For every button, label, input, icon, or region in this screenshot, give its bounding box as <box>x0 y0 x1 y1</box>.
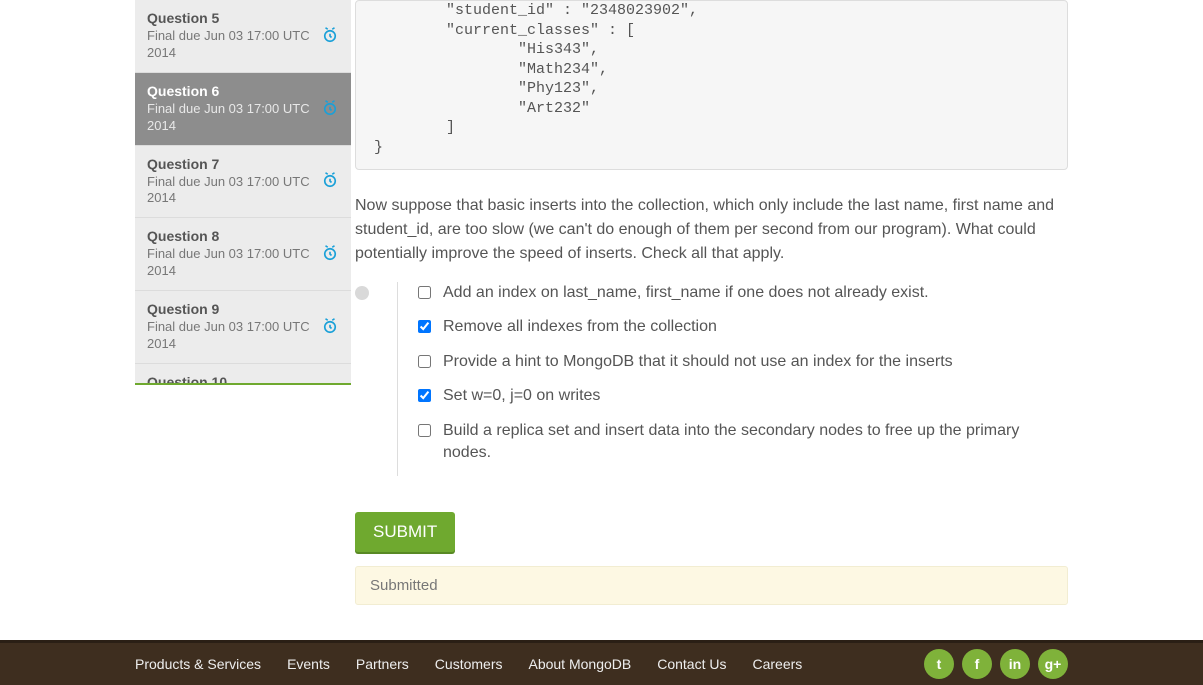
clock-icon <box>321 171 339 192</box>
clock-icon <box>321 98 339 119</box>
answer-list: Add an index on last_name, first_name if… <box>397 282 1068 476</box>
footer-link[interactable]: Customers <box>435 656 503 672</box>
clock-icon <box>321 317 339 338</box>
sidebar-item-title: Question 9 <box>147 301 339 317</box>
answer-row: Build a replica set and insert data into… <box>418 420 1068 465</box>
footer-link[interactable]: Products & Services <box>135 656 261 672</box>
status-dot <box>355 286 369 300</box>
answer-label: Set w=0, j=0 on writes <box>443 385 600 407</box>
footer-link[interactable]: About MongoDB <box>528 656 631 672</box>
footer-link[interactable]: Contact Us <box>657 656 726 672</box>
sidebar-item-question[interactable]: Question 9 Final due Jun 03 17:00 UTC 201… <box>135 291 351 364</box>
sidebar-item-title: Question 10 <box>147 374 339 385</box>
answer-checkbox[interactable] <box>418 424 431 437</box>
sidebar-item-question[interactable]: Question 10Final due Jun 03 17:00 UTC 20… <box>135 364 351 385</box>
sidebar-item-title: Question 7 <box>147 156 339 172</box>
answer-row: Provide a hint to MongoDB that it should… <box>418 351 1068 373</box>
linkedin-icon[interactable]: in <box>1000 649 1030 679</box>
sidebar-item-subtitle: Final due Jun 03 17:00 UTC 2014 <box>147 28 339 62</box>
footer-links: Products & Services Events Partners Custome… <box>135 656 802 672</box>
answer-label: Remove all indexes from the collection <box>443 316 717 338</box>
clock-icon <box>321 244 339 265</box>
social-links: tfin g+ <box>924 649 1068 679</box>
code-block: "student_id" : "2348023902", "current_cl… <box>355 0 1068 170</box>
answer-checkbox[interactable] <box>418 320 431 333</box>
sidebar-item-question[interactable]: Question 5 Final due Jun 03 17:00 UTC 201… <box>135 0 351 73</box>
question-text: Now suppose that basic inserts into the … <box>355 194 1068 266</box>
answer-row: Add an index on last_name, first_name if… <box>418 282 1068 304</box>
submitted-status: Submitted <box>355 566 1068 605</box>
sidebar-item-subtitle: Final due Jun 03 17:00 UTC 2014 <box>147 174 339 208</box>
answer-label: Build a replica set and insert data into… <box>443 420 1068 465</box>
sidebar-item-subtitle: Final due Jun 03 17:00 UTC 2014 <box>147 319 339 353</box>
answer-label: Add an index on last_name, first_name if… <box>443 282 929 304</box>
footer: Products & Services Events Partners Custome… <box>0 640 1203 685</box>
footer-link[interactable]: Events <box>287 656 330 672</box>
clock-icon <box>321 25 339 46</box>
sidebar-item-title: Question 8 <box>147 228 339 244</box>
sidebar-item-question[interactable]: Question 6 Final due Jun 03 17:00 UTC 201… <box>135 73 351 146</box>
main-content: "student_id" : "2348023902", "current_cl… <box>355 0 1068 640</box>
sidebar-item-subtitle: Final due Jun 03 17:00 UTC 2014 <box>147 246 339 280</box>
question-sidebar[interactable]: Question 5 Final due Jun 03 17:00 UTC 201… <box>135 0 351 385</box>
sidebar-item-question[interactable]: Question 7 Final due Jun 03 17:00 UTC 201… <box>135 146 351 219</box>
answer-checkbox[interactable] <box>418 355 431 368</box>
footer-link[interactable]: Partners <box>356 656 409 672</box>
googleplus-icon[interactable]: g+ <box>1038 649 1068 679</box>
answer-row: Set w=0, j=0 on writes <box>418 385 1068 407</box>
answer-checkbox[interactable] <box>418 389 431 402</box>
sidebar-item-question[interactable]: Question 8 Final due Jun 03 17:00 UTC 201… <box>135 218 351 291</box>
answer-checkbox[interactable] <box>418 286 431 299</box>
facebook-icon[interactable]: f <box>962 649 992 679</box>
sidebar-item-title: Question 6 <box>147 83 339 99</box>
sidebar-item-title: Question 5 <box>147 10 339 26</box>
footer-link[interactable]: Careers <box>752 656 802 672</box>
answer-label: Provide a hint to MongoDB that it should… <box>443 351 953 373</box>
twitter-icon[interactable]: t <box>924 649 954 679</box>
submit-button[interactable]: SUBMIT <box>355 512 455 552</box>
sidebar-item-subtitle: Final due Jun 03 17:00 UTC 2014 <box>147 101 339 135</box>
answer-row: Remove all indexes from the collection <box>418 316 1068 338</box>
